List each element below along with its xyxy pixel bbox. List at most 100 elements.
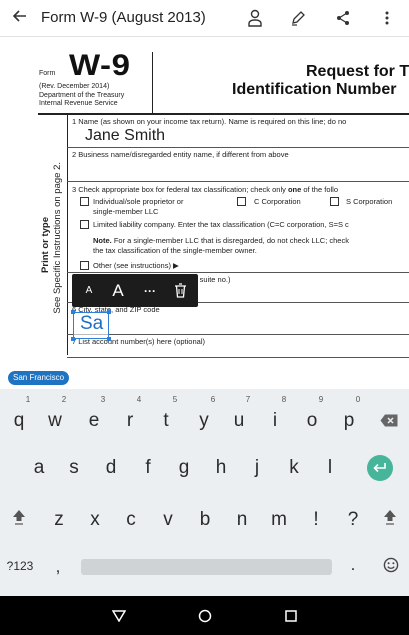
key-label: p bbox=[343, 410, 355, 431]
shift-icon[interactable] bbox=[379, 509, 401, 533]
trash-icon[interactable] bbox=[168, 274, 192, 307]
ccorp-label: C Corporation bbox=[254, 197, 301, 206]
line2-label: 2 Business name/disregarded entity name,… bbox=[72, 150, 289, 159]
screen: Form W-9 (August 2013) Form W-9 (Rev. De… bbox=[0, 0, 409, 635]
scorp-label: S Corporation bbox=[346, 197, 393, 206]
key-z[interactable]: z bbox=[48, 509, 70, 533]
irs-line: Internal Revenue Service bbox=[39, 100, 118, 107]
key-hint: 1 bbox=[25, 395, 31, 404]
key-label: u bbox=[233, 410, 245, 431]
period-key[interactable]: . bbox=[345, 555, 361, 575]
resize-handle[interactable] bbox=[107, 310, 111, 314]
other-label: Other (see instructions) ▶ bbox=[93, 261, 179, 270]
key-hint: 6 bbox=[210, 395, 216, 404]
form-revision: (Rev. December 2014) Department of the T… bbox=[39, 83, 154, 109]
key-label: y bbox=[199, 410, 209, 431]
scorp-checkbox[interactable] bbox=[330, 197, 339, 206]
nav-recents-icon[interactable] bbox=[279, 604, 303, 628]
resize-handle[interactable] bbox=[71, 310, 75, 314]
key-exclamation[interactable]: ! bbox=[305, 509, 327, 533]
arrow-left-icon[interactable] bbox=[8, 6, 32, 30]
person-icon[interactable] bbox=[242, 5, 268, 31]
other-checkbox[interactable] bbox=[80, 261, 89, 270]
key-label: t bbox=[163, 410, 169, 431]
note-line2: the tax classification of the single-mem… bbox=[93, 246, 257, 255]
backspace-icon[interactable] bbox=[376, 411, 402, 431]
enter-icon[interactable] bbox=[367, 455, 393, 481]
key-u[interactable]: 7u bbox=[228, 395, 251, 435]
form-label: Form bbox=[39, 70, 56, 77]
line3-label-post: of the follo bbox=[301, 185, 338, 194]
key-l[interactable]: l bbox=[319, 457, 341, 481]
form-number: W-9 bbox=[69, 49, 131, 82]
header-rule bbox=[38, 113, 409, 115]
resize-handle[interactable] bbox=[107, 337, 111, 341]
key-a[interactable]: a bbox=[28, 457, 50, 481]
line-rule bbox=[67, 272, 409, 273]
more-options-button[interactable]: ··· bbox=[138, 274, 162, 307]
key-question[interactable]: ? bbox=[342, 509, 364, 533]
key-k[interactable]: k bbox=[283, 457, 305, 481]
share-icon[interactable] bbox=[330, 5, 356, 31]
note-text-1: For a single-member LLC that is disregar… bbox=[111, 236, 349, 245]
key-c[interactable]: c bbox=[120, 509, 142, 533]
decrease-font-button[interactable]: A bbox=[78, 274, 100, 307]
vertical-instructions: Print or type See Specific Instructions … bbox=[40, 127, 66, 332]
key-o[interactable]: 9o bbox=[301, 395, 324, 435]
emoji-icon[interactable] bbox=[381, 557, 401, 577]
individual-checkbox[interactable] bbox=[80, 197, 89, 206]
llc-label: Limited liability company. Enter the tax… bbox=[93, 220, 349, 229]
shift-icon[interactable] bbox=[8, 509, 30, 533]
key-n[interactable]: n bbox=[231, 509, 253, 533]
individual-label-1: Individual/sole proprietor or bbox=[93, 197, 184, 206]
key-hint: 2 bbox=[61, 395, 67, 404]
space-bar[interactable] bbox=[81, 559, 332, 575]
symbols-key[interactable]: ?123 bbox=[4, 559, 36, 577]
resize-handle[interactable] bbox=[71, 337, 75, 341]
key-b[interactable]: b bbox=[194, 509, 216, 533]
nav-home-icon[interactable] bbox=[193, 604, 217, 628]
note-bold: Note. bbox=[93, 236, 112, 245]
key-r[interactable]: 4r bbox=[119, 395, 141, 435]
individual-label-2: single-member LLC bbox=[93, 207, 159, 216]
llc-checkbox[interactable] bbox=[80, 220, 89, 229]
key-hint: 3 bbox=[100, 395, 106, 404]
revision-line: (Rev. December 2014) bbox=[39, 83, 110, 90]
suggestion-chip[interactable]: San Francisco bbox=[8, 371, 70, 385]
key-w[interactable]: 2w bbox=[44, 395, 66, 435]
suggestion-strip: San Francisco bbox=[0, 367, 409, 389]
name-field-value[interactable]: Jane Smith bbox=[85, 127, 165, 145]
key-t[interactable]: 5t bbox=[155, 395, 177, 435]
comma-key[interactable]: , bbox=[50, 557, 66, 577]
line1-label: 1 Name (as shown on your income tax retu… bbox=[72, 117, 347, 126]
key-i[interactable]: 8i bbox=[264, 395, 286, 435]
key-p[interactable]: 0p bbox=[338, 395, 361, 435]
line-rule bbox=[67, 357, 409, 358]
key-x[interactable]: x bbox=[84, 509, 106, 533]
left-margin-rule bbox=[67, 115, 68, 355]
pen-icon[interactable] bbox=[285, 5, 311, 31]
nav-back-icon[interactable] bbox=[107, 604, 131, 628]
key-d[interactable]: d bbox=[100, 457, 122, 481]
more-vert-icon[interactable] bbox=[374, 5, 400, 31]
line3-label: 3 Check appropriate box for federal tax … bbox=[72, 185, 338, 194]
key-m[interactable]: m bbox=[268, 509, 290, 533]
key-f[interactable]: f bbox=[137, 457, 159, 481]
key-hint: 0 bbox=[355, 395, 361, 404]
annotation-text[interactable]: Sa bbox=[80, 313, 103, 335]
key-s[interactable]: s bbox=[63, 457, 85, 481]
key-e[interactable]: 3e bbox=[83, 395, 106, 435]
line-rule bbox=[67, 147, 409, 148]
key-hint: 4 bbox=[136, 395, 142, 404]
increase-font-button[interactable]: A bbox=[106, 274, 130, 307]
key-j[interactable]: j bbox=[246, 457, 268, 481]
key-g[interactable]: g bbox=[173, 457, 195, 481]
system-nav-bar bbox=[0, 596, 409, 635]
key-v[interactable]: v bbox=[157, 509, 179, 533]
key-y[interactable]: 6y bbox=[193, 395, 215, 435]
key-q[interactable]: 1q bbox=[8, 395, 31, 435]
pdf-document[interactable]: Form W-9 (Rev. December 2014) Department… bbox=[0, 37, 409, 367]
key-h[interactable]: h bbox=[210, 457, 232, 481]
annotation-toolbar: A A ··· bbox=[72, 274, 198, 307]
ccorp-checkbox[interactable] bbox=[237, 197, 246, 206]
